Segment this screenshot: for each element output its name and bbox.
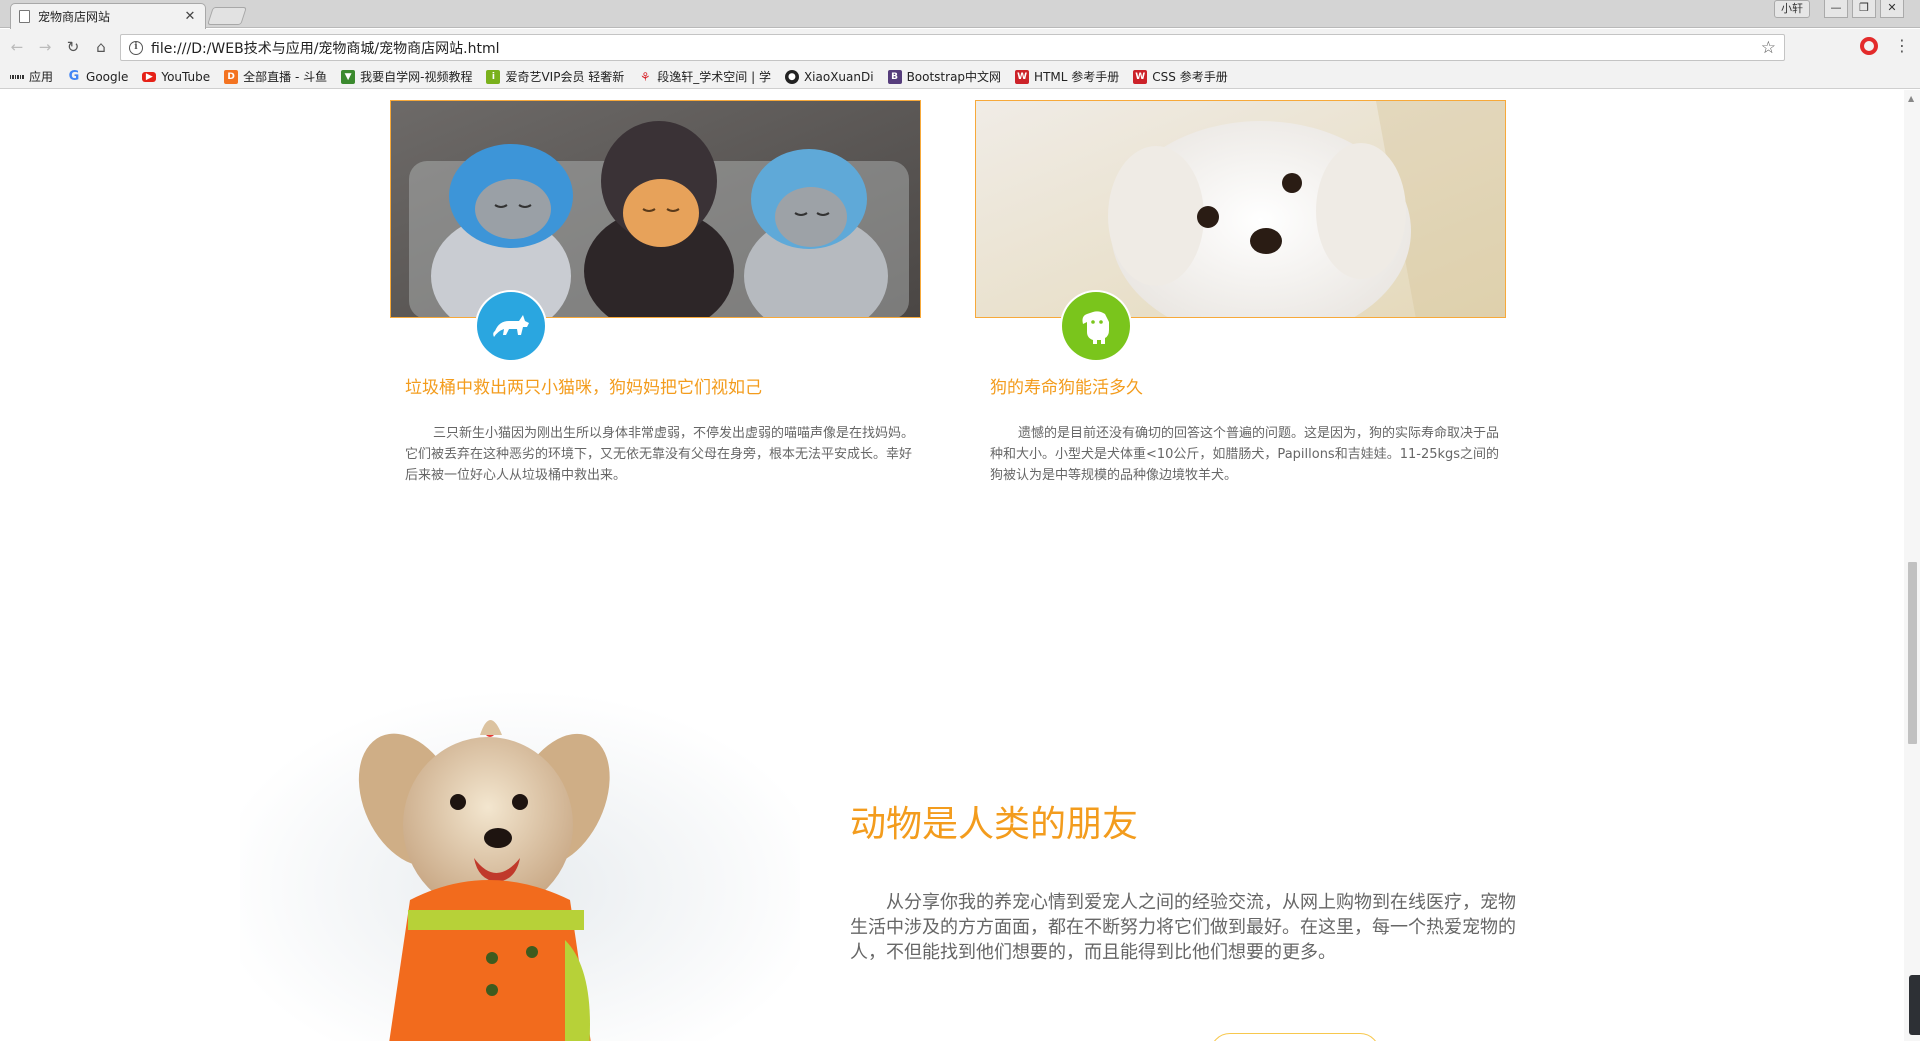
w3school-icon: W xyxy=(1015,69,1030,84)
bookmark-label: XiaoXuanDi xyxy=(803,69,874,84)
cat-icon xyxy=(477,292,545,360)
hero-dog-image xyxy=(240,690,800,1041)
page-scrollbar[interactable]: ▲ xyxy=(1904,90,1920,1041)
card-title[interactable]: 狗的寿命狗能活多久 xyxy=(990,373,1143,398)
restore-icon[interactable]: ❐ xyxy=(1852,0,1876,18)
bookmark-github[interactable]: ● XiaoXuanDi xyxy=(784,69,874,84)
bookmark-star-icon[interactable]: ☆ xyxy=(1761,38,1776,58)
address-bar[interactable]: i file:///D:/WEB技术与应用/宠物商城/宠物商店网站.html ☆ xyxy=(120,34,1785,61)
scroll-up-icon[interactable]: ▲ xyxy=(1908,94,1914,103)
hero-text: 从分享你我的养宠心情到爱宠人之间的经验交流，从网上购物到在线医疗，宠物生活中涉及… xyxy=(850,892,1516,963)
bookmark-label: Google xyxy=(86,69,129,84)
bookmark-label: 应用 xyxy=(29,70,54,84)
card-title[interactable]: 垃圾桶中救出两只小猫咪，狗妈妈把它们视如己 xyxy=(405,373,762,398)
kittens-image[interactable] xyxy=(390,100,921,318)
forward-icon[interactable]: → xyxy=(34,36,56,58)
youtube-icon: ▶ xyxy=(142,71,157,82)
bookmark-css-reference[interactable]: W CSS 参考手册 xyxy=(1133,68,1228,85)
bookmark-douyu[interactable]: D 全部直播 - 斗鱼 xyxy=(224,68,327,85)
home-icon[interactable]: ⌂ xyxy=(90,36,112,58)
browser-tab-bar: 宠物商店网站 ✕ 小轩 — ❐ ✕ xyxy=(0,0,1920,29)
browser-tab[interactable]: 宠物商店网站 ✕ xyxy=(10,3,206,29)
new-tab-button[interactable] xyxy=(207,7,247,25)
tab-title: 宠物商店网站 xyxy=(38,10,111,24)
card-text: 三只新生小猫因为刚出生所以身体非常虚弱，不停发出虚弱的喵喵声像是在找妈妈。它们被… xyxy=(405,426,915,483)
browser-toolbar: ← → ↻ ⌂ i file:///D:/WEB技术与应用/宠物商城/宠物商店网… xyxy=(0,29,1920,65)
bootstrap-icon: B xyxy=(887,69,902,84)
close-tab-icon[interactable]: ✕ xyxy=(183,9,197,24)
douyu-icon: D xyxy=(224,69,239,84)
iqiyi-icon: i xyxy=(486,69,501,84)
bookmark-google[interactable]: G Google xyxy=(67,69,129,84)
opera-icon[interactable] xyxy=(1860,37,1878,55)
bookmark-xueshu[interactable]: ⚘ 段逸轩_学术空间 | 学 xyxy=(638,68,771,85)
bookmark-label: Bootstrap中文网 xyxy=(906,70,1002,84)
github-icon: ● xyxy=(784,69,799,84)
dog-icon xyxy=(1062,292,1130,360)
google-icon: G xyxy=(68,69,80,84)
bookmarks-bar: 应用 G Google ▶ YouTube D 全部直播 - 斗鱼 ▼ 我要自学… xyxy=(0,65,1920,89)
close-window-icon[interactable]: ✕ xyxy=(1880,0,1904,18)
bookmark-label: 段逸轩_学术空间 | 学 xyxy=(657,70,771,84)
bookmark-label: CSS 参考手册 xyxy=(1152,70,1228,84)
bookmark-iqiyi[interactable]: i 爱奇艺VIP会员 轻奢新 xyxy=(486,68,624,85)
window-controls: 小轩 — ❐ ✕ xyxy=(1774,0,1904,18)
minimize-icon[interactable]: — xyxy=(1824,0,1848,18)
hero-more-button[interactable] xyxy=(1210,1033,1380,1041)
back-icon[interactable]: ← xyxy=(6,36,28,58)
bookmark-label: 爱奇艺VIP会员 轻奢新 xyxy=(505,70,625,84)
page-icon xyxy=(19,10,30,23)
bookmark-bootstrap[interactable]: B Bootstrap中文网 xyxy=(887,68,1002,85)
w3school-icon: W xyxy=(1133,69,1148,84)
user-profile-button[interactable]: 小轩 xyxy=(1774,0,1810,18)
bookmark-zixue[interactable]: ▼ 我要自学网-视频教程 xyxy=(341,68,472,85)
xueshu-icon: ⚘ xyxy=(639,69,651,84)
zixue-icon: ▼ xyxy=(341,69,356,84)
hero-title: 动物是人类的朋友 xyxy=(850,804,1139,845)
bookmark-label: 我要自学网-视频教程 xyxy=(360,70,473,84)
menu-icon[interactable]: ⋮ xyxy=(1894,36,1910,56)
scrollbar-thumb[interactable] xyxy=(1908,562,1917,744)
bookmark-youtube[interactable]: ▶ YouTube xyxy=(142,70,210,84)
info-icon[interactable]: i xyxy=(129,40,143,55)
bookmark-label: HTML 参考手册 xyxy=(1034,70,1120,84)
white-puppy-image[interactable] xyxy=(975,100,1506,318)
reload-icon[interactable]: ↻ xyxy=(62,36,84,58)
bookmark-apps[interactable]: 应用 xyxy=(9,68,54,85)
side-widget[interactable] xyxy=(1909,975,1920,1035)
card-text: 遗憾的是目前还没有确切的回答这个普遍的问题。这是因为，狗的实际寿命取决于品种和大… xyxy=(990,426,1500,483)
apps-icon xyxy=(9,70,25,84)
bookmark-label: YouTube xyxy=(161,69,211,84)
bookmark-html-reference[interactable]: W HTML 参考手册 xyxy=(1015,68,1119,85)
bookmark-label: 全部直播 - 斗鱼 xyxy=(243,70,328,84)
page-viewport: 垃圾桶中救出两只小猫咪，狗妈妈把它们视如己 三只新生小猫因为刚出生所以身体非常虚… xyxy=(0,90,1904,1041)
url-text[interactable]: file:///D:/WEB技术与应用/宠物商城/宠物商店网站.html xyxy=(151,38,1761,58)
